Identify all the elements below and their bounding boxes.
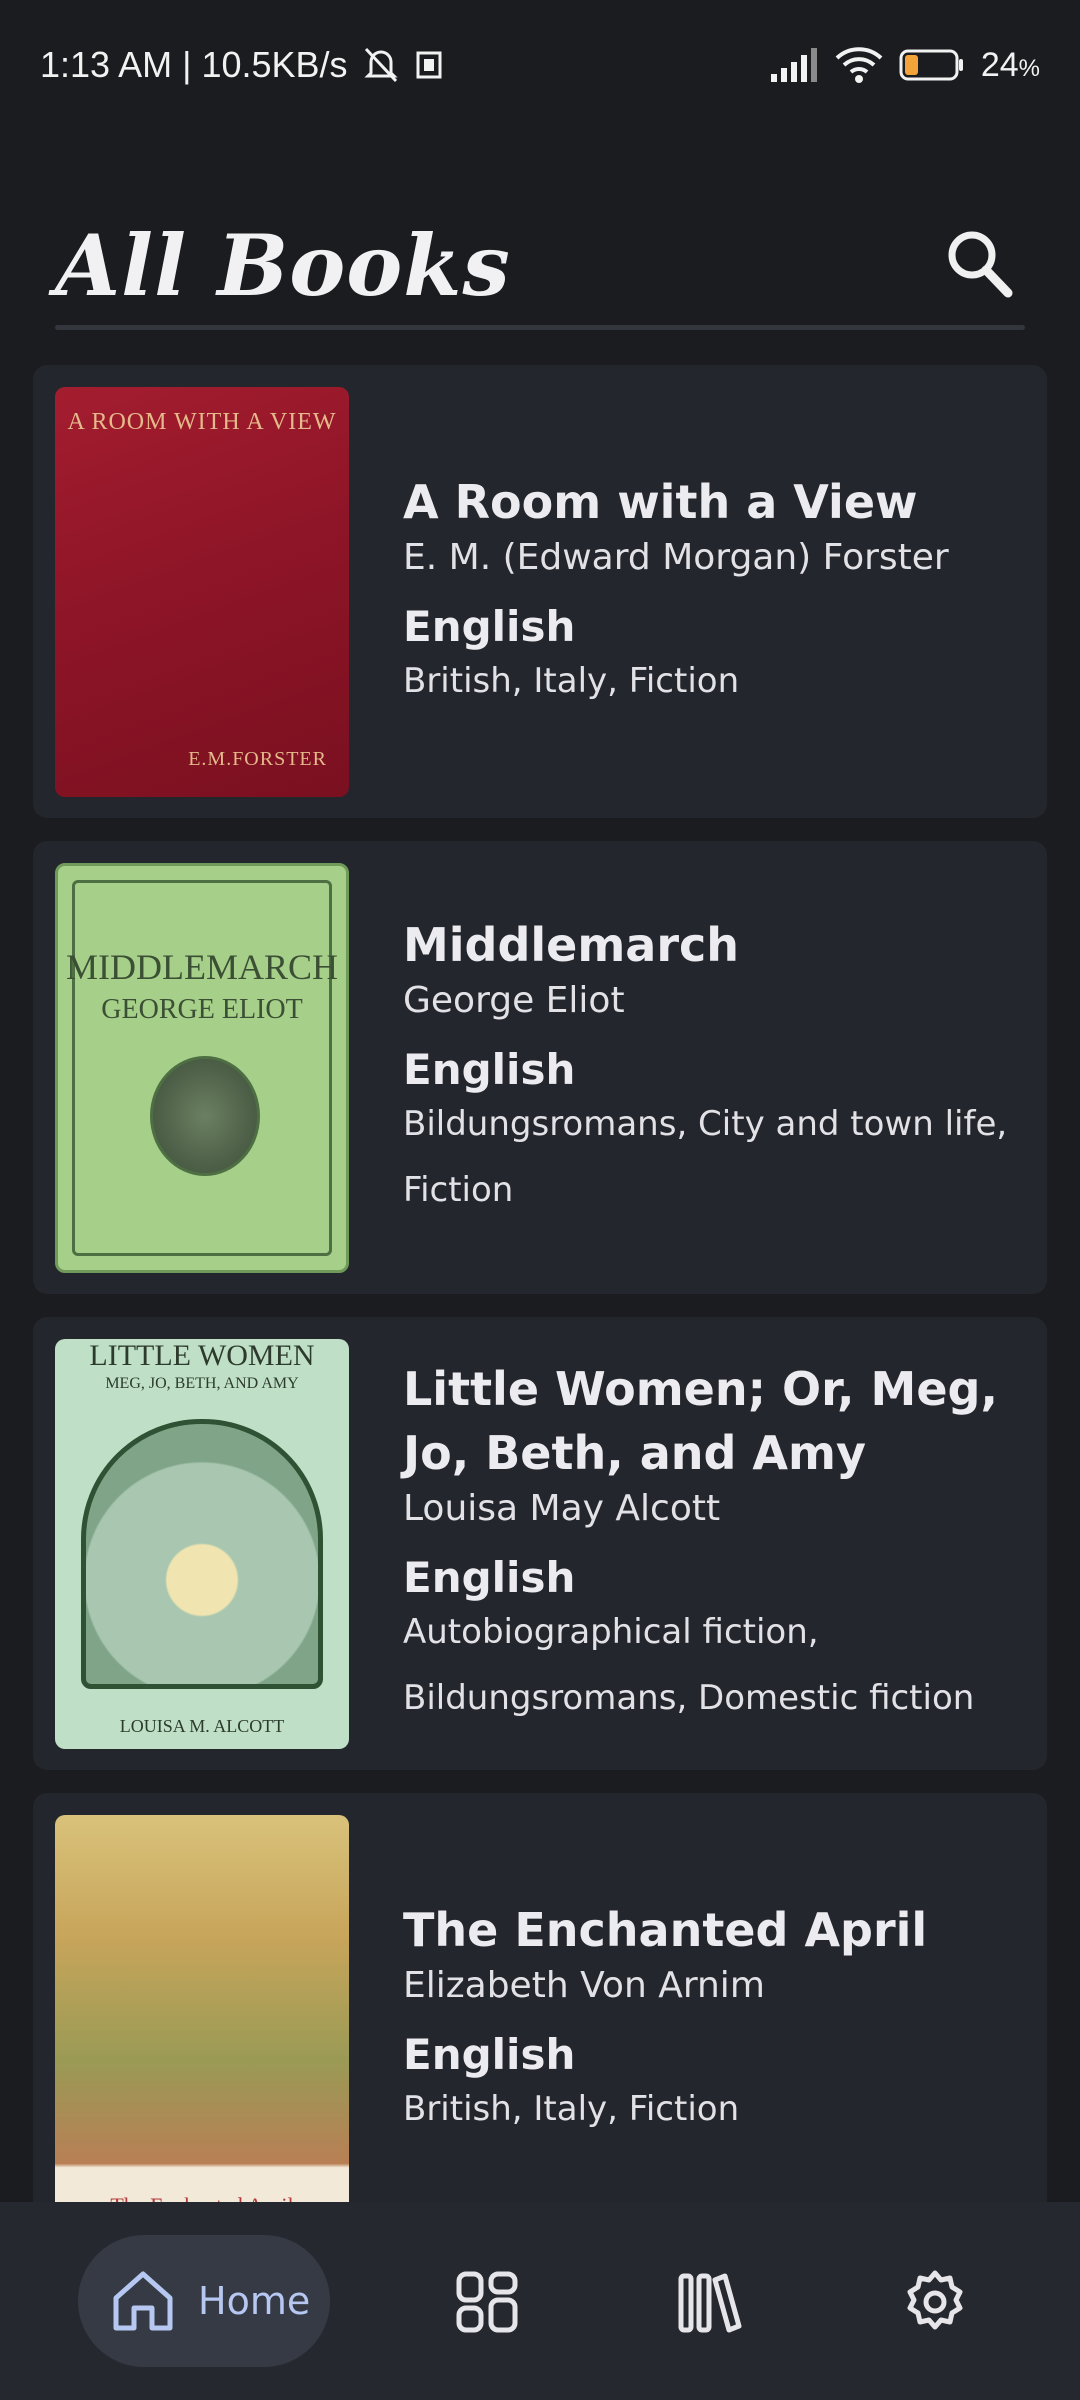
book-subjects: Bildungsromans, City and town life, Fict… <box>403 1103 1008 1210</box>
book-title: Little Women; Or, Meg, Jo, Beth, and Amy <box>403 1361 998 1480</box>
status-bar: 1:13 AM | 10.5KB/s 24% <box>0 0 1080 130</box>
book-info: Little Women; Or, Meg, Jo, Beth, and Amy… <box>403 1357 1023 1731</box>
book-title: A Room with a View <box>403 474 918 529</box>
book-title: Middlemarch <box>403 917 740 972</box>
cover-illustration <box>150 1055 260 1176</box>
cover-illustration <box>81 1418 323 1689</box>
search-icon <box>948 231 1013 298</box>
book-card[interactable]: LITTLE WOMEN MEG, JO, BETH, AND AMY LOUI… <box>33 1317 1047 1770</box>
battery-level: 24% <box>980 45 1040 84</box>
book-info: A Room with a View E. M. (Edward Morgan)… <box>403 470 1023 714</box>
status-time-speed: 1:13 AM | 10.5KB/s <box>40 44 348 85</box>
app-header: All Books <box>55 195 1025 335</box>
cover-author: LOUISA M. ALCOTT <box>119 1715 285 1736</box>
book-author: Louisa May Alcott <box>403 1487 721 1529</box>
book-language: English <box>403 1044 576 1094</box>
book-subjects: Autobiographical fiction, Bildungsromans… <box>403 1611 975 1718</box>
book-subjects: British, Italy, Fiction <box>403 2088 740 2129</box>
book-card[interactable]: The Enchanted April The Enchanted April … <box>33 1793 1047 2246</box>
nav-home-label: Home <box>198 2279 311 2323</box>
book-cover: A ROOM WITH A VIEW E.M.FORSTER <box>55 386 349 797</box>
book-author: E. M. (Edward Morgan) Forster <box>403 536 949 578</box>
search-button[interactable] <box>935 220 1025 310</box>
nav-home-button[interactable]: Home <box>78 2235 330 2367</box>
book-card[interactable]: A ROOM WITH A VIEW E.M.FORSTER A Room wi… <box>33 365 1047 818</box>
book-card[interactable]: MIDDLEMARCH GEORGE ELIOT Middlemarch Geo… <box>33 841 1047 1294</box>
book-author: Elizabeth Von Arnim <box>403 1964 765 2006</box>
sim-icon <box>414 49 444 81</box>
cover-title: A ROOM WITH A VIEW <box>67 408 337 435</box>
book-author: George Eliot <box>403 979 625 1021</box>
book-subjects: British, Italy, Fiction <box>403 660 740 701</box>
cover-author: E.M.FORSTER <box>188 747 327 770</box>
bottom-nav: Home <box>0 2202 1080 2400</box>
cover-title: MIDDLEMARCH <box>65 946 338 987</box>
categories-icon <box>456 2271 518 2333</box>
nav-categories-button[interactable] <box>444 2259 530 2345</box>
header-divider <box>55 325 1025 330</box>
cover-subtitle: MEG, JO, BETH, AND AMY <box>105 1374 299 1392</box>
status-bar-right: 24% <box>769 46 1040 85</box>
book-list[interactable]: A ROOM WITH A VIEW E.M.FORSTER A Room wi… <box>33 365 1047 2269</box>
book-language: English <box>403 2029 576 2079</box>
cover-title: LITTLE WOMEN <box>89 1338 315 1372</box>
book-title: The Enchanted April <box>403 1902 928 1957</box>
book-language: English <box>403 1552 576 1602</box>
cover-author: GEORGE ELIOT <box>101 993 303 1025</box>
book-language: English <box>403 601 576 651</box>
book-cover: MIDDLEMARCH GEORGE ELIOT <box>55 862 349 1273</box>
home-icon <box>113 2271 173 2331</box>
settings-icon <box>907 2270 963 2330</box>
mute-bell-icon <box>362 45 400 85</box>
library-icon <box>678 2273 742 2333</box>
book-cover: The Enchanted April <box>55 1814 349 2225</box>
status-bar-left: 1:13 AM | 10.5KB/s <box>40 44 444 86</box>
battery-icon <box>899 48 965 82</box>
page-title: All Books <box>55 215 511 315</box>
signal-icon <box>769 48 819 82</box>
book-info: Middlemarch George Eliot English Bildung… <box>403 913 1023 1223</box>
nav-settings-button[interactable] <box>892 2259 978 2345</box>
book-info: The Enchanted April Elizabeth Von Arnim … <box>403 1898 1023 2142</box>
wifi-icon <box>835 46 883 84</box>
book-cover: LITTLE WOMEN MEG, JO, BETH, AND AMY LOUI… <box>55 1338 349 1749</box>
nav-library-button[interactable] <box>667 2259 753 2345</box>
